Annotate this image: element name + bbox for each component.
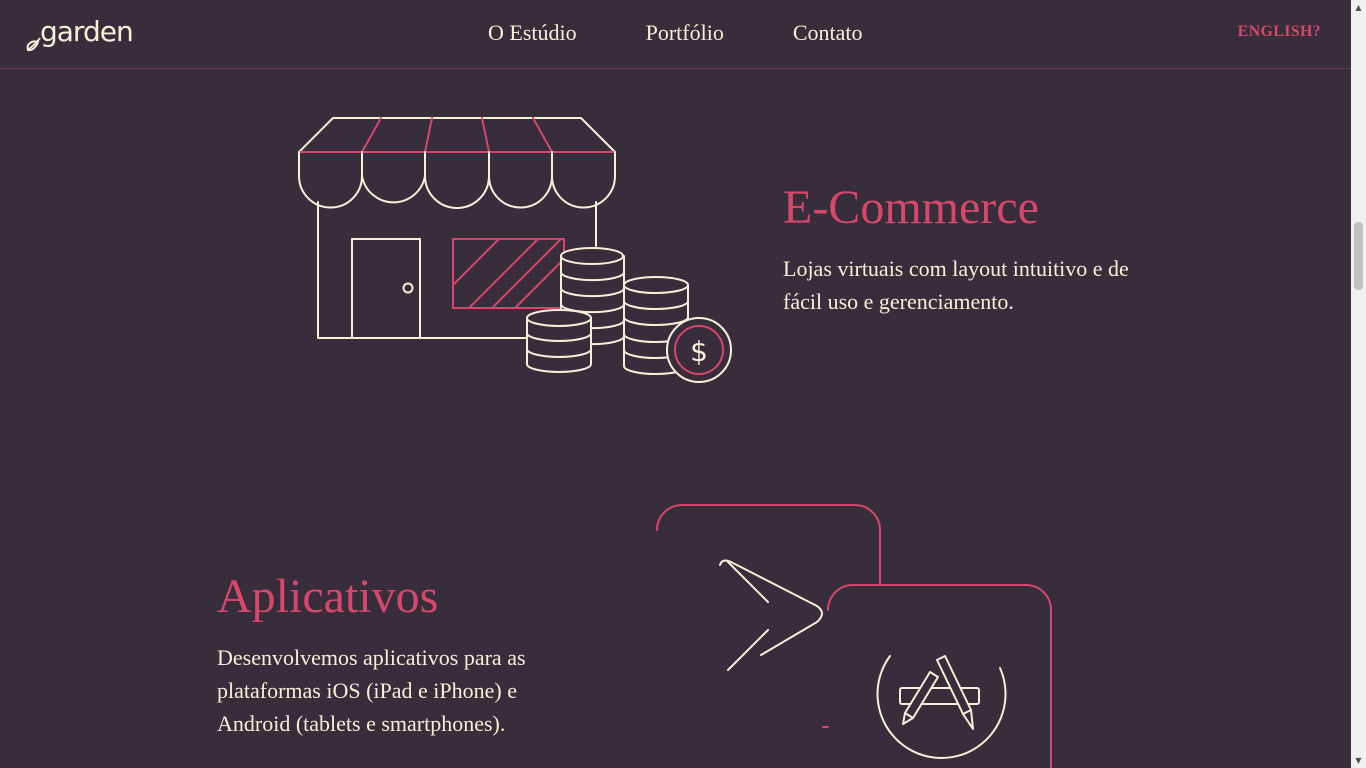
- dollar-sign: $: [690, 335, 708, 368]
- vertical-scrollbar[interactable]: ▲ ▼: [1351, 0, 1366, 768]
- logo[interactable]: garden: [24, 14, 134, 54]
- logo-text: garden: [40, 14, 134, 48]
- site-header: garden O Estúdio Portfólio Contato ENGLI…: [0, 0, 1351, 69]
- language-toggle-link[interactable]: ENGLISH?: [1238, 23, 1321, 41]
- nav-item-contato[interactable]: Contato: [793, 18, 863, 48]
- apps-description: Desenvolvemos aplicativos para as plataf…: [217, 645, 526, 736]
- ecommerce-title: E-Commerce: [783, 181, 1039, 234]
- apps-title: Aplicativos: [217, 570, 439, 623]
- scroll-up-arrow-icon[interactable]: ▲: [1351, 0, 1366, 15]
- scrollbar-thumb[interactable]: [1354, 222, 1363, 290]
- nav-item-portfolio[interactable]: Portfólio: [646, 18, 724, 48]
- play-store-and-app-store-icon: [656, 504, 1052, 768]
- nav-item-estudio[interactable]: O Estúdio: [488, 18, 577, 48]
- ecommerce-description: Lojas virtuais com layout intuitivo e de…: [783, 256, 1129, 314]
- scroll-down-arrow-icon[interactable]: ▼: [1351, 753, 1366, 768]
- main-nav: O Estúdio Portfólio Contato: [488, 18, 863, 48]
- storefront-with-coins-icon: $: [298, 117, 732, 383]
- page: garden O Estúdio Portfólio Contato ENGLI…: [0, 0, 1366, 768]
